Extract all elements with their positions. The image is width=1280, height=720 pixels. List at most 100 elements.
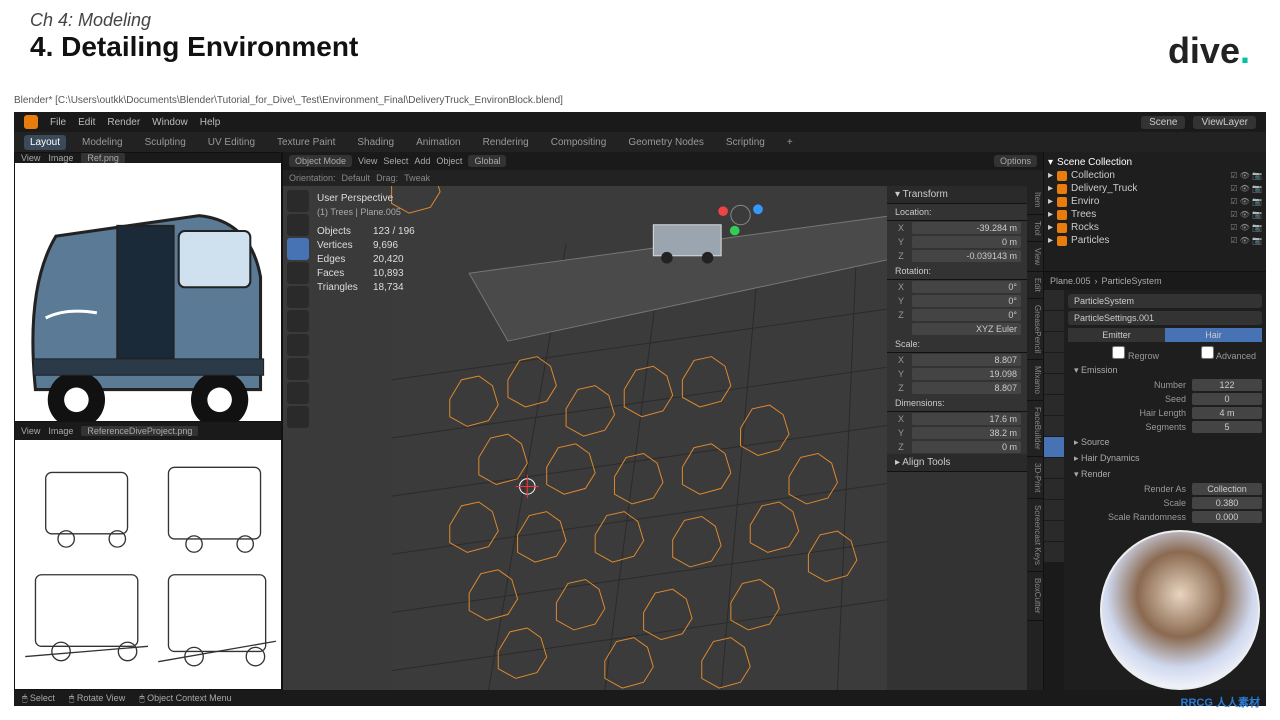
vp-menu-object[interactable]: Object [436, 156, 462, 166]
viewport-canvas[interactable]: User Perspective (1) Trees | Plane.005 O… [283, 186, 1043, 690]
sect-render[interactable]: ▾ Render [1068, 466, 1262, 482]
scl-x[interactable]: 8.807 [912, 354, 1021, 366]
proptab-output[interactable] [1044, 311, 1064, 331]
scl-z[interactable]: 8.807 [912, 382, 1021, 394]
rot-x[interactable]: 0° [912, 281, 1021, 293]
sect-hairdyn[interactable]: ▸ Hair Dynamics [1068, 450, 1262, 466]
tool-select-box[interactable] [287, 190, 309, 212]
tool-measure[interactable] [287, 358, 309, 380]
mode-selector[interactable]: Object Mode [289, 155, 352, 167]
tool-addcube[interactable] [287, 382, 309, 404]
fld-renderas[interactable]: Collection [1192, 483, 1262, 495]
sect-source[interactable]: ▸ Source [1068, 434, 1262, 450]
rot-z[interactable]: 0° [912, 309, 1021, 321]
chk-advanced[interactable] [1201, 346, 1214, 359]
ntab-tool[interactable]: Tool [1027, 215, 1043, 243]
tab-sculpting[interactable]: Sculpting [139, 135, 192, 150]
loc-z[interactable]: -0.039143 m [912, 250, 1021, 262]
btn-hair[interactable]: Hair [1165, 328, 1262, 342]
tab-shading[interactable]: Shading [351, 135, 400, 150]
dim-x[interactable]: 17.6 m [912, 413, 1021, 425]
proptab-viewlayer[interactable] [1044, 332, 1064, 352]
outliner-root[interactable]: ▾ Scene Collection [1048, 156, 1262, 169]
proptab-render[interactable] [1044, 290, 1064, 310]
tab-texturepaint[interactable]: Texture Paint [271, 135, 341, 150]
ntab-item[interactable]: Item [1027, 186, 1043, 215]
rot-y[interactable]: 0° [912, 295, 1021, 307]
coll-particles[interactable]: Particles [1071, 235, 1109, 246]
tab-geonodes[interactable]: Geometry Nodes [622, 135, 710, 150]
menu-window[interactable]: Window [152, 117, 188, 128]
proptab-modifier[interactable] [1044, 416, 1064, 436]
tab-compositing[interactable]: Compositing [545, 135, 613, 150]
breadcrumb-obj[interactable]: Plane.005 [1050, 276, 1091, 286]
menu-render[interactable]: Render [107, 117, 140, 128]
scene-selector[interactable]: Scene [1141, 116, 1185, 129]
ps-settings[interactable]: ParticleSettings.001 [1068, 311, 1262, 325]
btn-emitter[interactable]: Emitter [1068, 328, 1165, 342]
fld-hairlen[interactable]: 4 m [1192, 407, 1262, 419]
fld-scale[interactable]: 0.380 [1192, 497, 1262, 509]
tab-rendering[interactable]: Rendering [477, 135, 535, 150]
coll-truck[interactable]: Delivery_Truck [1071, 183, 1137, 194]
transform-orientation[interactable]: Global [468, 155, 506, 167]
tool-annotate[interactable] [287, 334, 309, 356]
blender-icon[interactable] [24, 115, 38, 129]
loc-y[interactable]: 0 m [912, 236, 1021, 248]
orientation-default[interactable]: Default [342, 173, 371, 183]
ntab-edit[interactable]: Edit [1027, 272, 1043, 299]
fld-scalern[interactable]: 0.000 [1192, 511, 1262, 523]
vp-menu-view[interactable]: View [358, 156, 377, 166]
vp-menu-select[interactable]: Select [383, 156, 408, 166]
ntab-screencast[interactable]: Screencast Keys [1027, 499, 1043, 572]
tab-add[interactable]: + [781, 135, 799, 150]
ntab-boxcutter[interactable]: BoxCutter [1027, 572, 1043, 621]
proptab-physics[interactable] [1044, 458, 1064, 478]
ps-slot[interactable]: ParticleSystem [1068, 294, 1262, 308]
proptab-constraints[interactable] [1044, 479, 1064, 499]
tab-modeling[interactable]: Modeling [76, 135, 129, 150]
proptab-object[interactable] [1044, 395, 1064, 415]
viewlayer-selector[interactable]: ViewLayer [1193, 116, 1256, 129]
outliner[interactable]: ▾ Scene Collection ▸Collection☑ 👁 📷 ▸Del… [1044, 152, 1266, 272]
ref-filename-bottom[interactable]: ReferenceDiveProject.png [81, 426, 198, 436]
ref-image-menu2[interactable]: Image [48, 426, 73, 436]
proptab-scene[interactable] [1044, 353, 1064, 373]
sect-emission[interactable]: ▾ Emission [1068, 362, 1262, 378]
coll-enviro[interactable]: Enviro [1071, 196, 1099, 207]
loc-x[interactable]: -39.284 m [912, 222, 1021, 234]
ntab-mixamo[interactable]: Mixamo [1027, 360, 1043, 401]
proptab-particles[interactable] [1044, 437, 1064, 457]
align-tools[interactable]: ▸ Align Tools [887, 454, 1027, 472]
tool-move[interactable] [287, 238, 309, 260]
tool-transform[interactable] [287, 310, 309, 332]
vp-options[interactable]: Options [994, 155, 1037, 167]
tool-cursor[interactable] [287, 214, 309, 236]
dim-y[interactable]: 38.2 m [912, 427, 1021, 439]
fld-segments[interactable]: 5 [1192, 421, 1262, 433]
coll-collection[interactable]: Collection [1071, 170, 1115, 181]
proptab-data[interactable] [1044, 500, 1064, 520]
tool-extra[interactable] [287, 406, 309, 428]
fld-number[interactable]: 122 [1192, 379, 1262, 391]
menu-file[interactable]: File [50, 117, 66, 128]
proptab-texture[interactable] [1044, 542, 1064, 562]
ntab-gp[interactable]: GreasePencil [1027, 299, 1043, 360]
fld-seed[interactable]: 0 [1192, 393, 1262, 405]
tab-scripting[interactable]: Scripting [720, 135, 771, 150]
tab-uvediting[interactable]: UV Editing [202, 135, 261, 150]
ntab-view[interactable]: View [1027, 242, 1043, 272]
tab-animation[interactable]: Animation [410, 135, 466, 150]
tool-scale[interactable] [287, 286, 309, 308]
scl-y[interactable]: 19.098 [912, 368, 1021, 380]
proptab-world[interactable] [1044, 374, 1064, 394]
vp-menu-add[interactable]: Add [414, 156, 430, 166]
ref-view2[interactable]: View [21, 426, 40, 436]
ntab-3dprint[interactable]: 3D-Print [1027, 457, 1043, 499]
drag-tweak[interactable]: Tweak [404, 173, 430, 183]
breadcrumb-ps[interactable]: ParticleSystem [1102, 276, 1162, 286]
coll-trees[interactable]: Trees [1071, 209, 1096, 220]
proptab-material[interactable] [1044, 521, 1064, 541]
menu-edit[interactable]: Edit [78, 117, 95, 128]
n-transform-header[interactable]: ▾ Transform [887, 186, 1027, 204]
